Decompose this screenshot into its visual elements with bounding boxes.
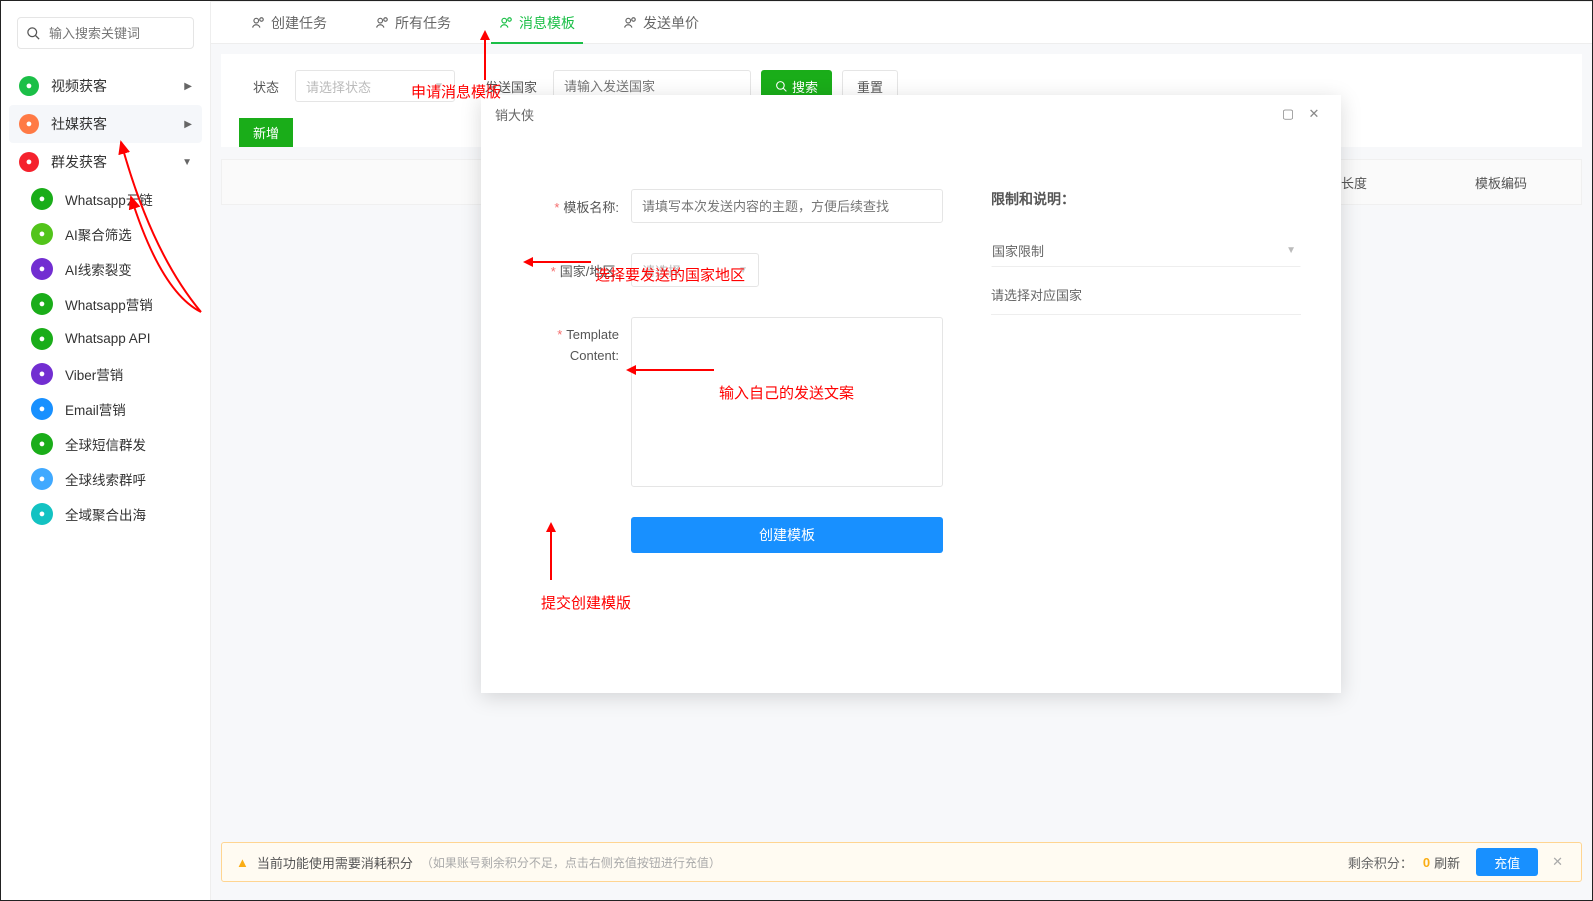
close-icon[interactable]: ✕ <box>1301 106 1327 122</box>
warning-icon: ▲ <box>236 855 249 870</box>
footer-bar: ▲ 当前功能使用需要消耗积分 （如果账号剩余积分不足，点击右侧充值按钮进行充值）… <box>221 842 1582 882</box>
sidebar-item-whatsapp-cloud[interactable]: ● Whatsapp云链 <box>9 181 202 216</box>
tabs-bar: 创建任务 所有任务 消息模板 发送单价 <box>211 2 1592 44</box>
app-icon: ● <box>31 223 53 245</box>
chevron-down-icon: ▼ <box>434 81 444 92</box>
template-content-label: *Template Content: <box>521 317 631 487</box>
sidebar-item-label: AI聚合筛选 <box>65 224 132 244</box>
tab-price[interactable]: 发送单价 <box>599 2 723 44</box>
recharge-button[interactable]: 充值 <box>1476 848 1538 876</box>
search-icon <box>26 26 41 41</box>
sidebar-cat-video[interactable]: ● 视频获客 ▶ <box>9 67 202 105</box>
tab-icon <box>499 16 513 30</box>
chevron-icon: ▶ <box>184 81 192 92</box>
footer-tip: （如果账号剩余积分不足，点击右侧充值按钮进行充值） <box>421 854 721 871</box>
chevron-down-icon: ▼ <box>1286 245 1296 256</box>
limit-country-hint: 请选择对应国家 <box>991 285 1301 315</box>
tab-all[interactable]: 所有任务 <box>351 2 475 44</box>
modal-form: *模板名称: *国家/地区: 请选择 ▼ *Template Conte <box>521 189 961 673</box>
sidebar-cat-mass[interactable]: ● 群发获客 ▼ <box>9 143 202 181</box>
sidebar-item-email[interactable]: ● Email营销 <box>9 391 202 426</box>
modal-header: 销大侠 ▢ ✕ <box>481 95 1341 133</box>
search-icon <box>775 80 788 93</box>
sidebar-item-whatsapp-mkt[interactable]: ● Whatsapp营销 <box>9 286 202 321</box>
tab-icon <box>375 16 389 30</box>
tab-template[interactable]: 消息模板 <box>475 2 599 44</box>
filter-status-label: 状态 <box>253 77 279 96</box>
tab-icon <box>251 16 265 30</box>
template-name-label: *模板名称: <box>521 189 631 223</box>
sidebar-item-ai-split[interactable]: ● AI线索裂变 <box>9 251 202 286</box>
app-icon: ● <box>31 188 53 210</box>
app-icon: ● <box>31 398 53 420</box>
sidebar-item-label: Whatsapp营销 <box>65 294 153 314</box>
sidebar-search[interactable] <box>17 17 194 49</box>
main: 创建任务所有任务消息模板发送单价 状态 请选择状态 ▼ 发送国家 搜索 重置 新… <box>211 1 1592 900</box>
modal-info: 限制和说明： 国家限制 ▼ 请选择对应国家 <box>961 189 1301 673</box>
category-icon: ● <box>19 114 39 134</box>
filter-status-select[interactable]: 请选择状态 ▼ <box>295 70 455 102</box>
category-icon: ● <box>19 76 39 96</box>
tab-label: 所有任务 <box>395 13 451 33</box>
maximize-icon[interactable]: ▢ <box>1275 106 1301 122</box>
filter-country-label: 发送国家 <box>485 77 537 96</box>
create-template-button[interactable]: 创建模板 <box>631 517 943 553</box>
tab-label: 发送单价 <box>643 13 699 33</box>
footer-close-icon[interactable]: ✕ <box>1548 854 1567 870</box>
th-encoding: 模板编码 <box>1421 173 1581 192</box>
sidebar-cat-social[interactable]: ● 社媒获客 ▶ <box>9 105 202 143</box>
sidebar-item-global[interactable]: ● 全域聚合出海 <box>9 496 202 531</box>
footer-points-label: 剩余积分： <box>1348 853 1413 872</box>
sidebar-item-whatsapp-api[interactable]: ● Whatsapp API <box>9 321 202 356</box>
template-region-select[interactable]: 请选择 ▼ <box>631 253 759 287</box>
sidebar-item-label: 全域聚合出海 <box>65 504 146 524</box>
footer-msg: 当前功能使用需要消耗积分 <box>257 853 413 872</box>
app-icon: ● <box>31 503 53 525</box>
sidebar-item-label: 全球线索群呼 <box>65 469 146 489</box>
chevron-down-icon: ▼ <box>738 265 748 276</box>
limit-title: 限制和说明： <box>991 189 1301 209</box>
chevron-icon: ▼ <box>182 157 192 168</box>
category-label: 社媒获客 <box>51 114 107 134</box>
limit-country-select[interactable]: 国家限制 ▼ <box>991 233 1301 267</box>
app-icon: ● <box>31 328 53 350</box>
app-icon: ● <box>31 293 53 315</box>
app-icon: ● <box>31 258 53 280</box>
sidebar-item-label: Whatsapp云链 <box>65 189 153 209</box>
tab-label: 消息模板 <box>519 13 575 33</box>
modal-title: 销大侠 <box>495 105 534 124</box>
category-label: 视频获客 <box>51 76 107 96</box>
filter-status-placeholder: 请选择状态 <box>306 77 371 96</box>
create-template-modal: 销大侠 ▢ ✕ *模板名称: *国家/地区: 请选择 ▼ <box>481 95 1341 693</box>
sidebar-item-call[interactable]: ● 全球线索群呼 <box>9 461 202 496</box>
tab-create[interactable]: 创建任务 <box>227 2 351 44</box>
template-region-label: *国家/地区: <box>521 253 631 287</box>
sidebar-item-label: Whatsapp API <box>65 331 151 346</box>
category-icon: ● <box>19 152 39 172</box>
app-icon: ● <box>31 433 53 455</box>
footer-points-value: 0 <box>1423 855 1430 870</box>
app-icon: ● <box>31 468 53 490</box>
sidebar-item-label: 全球短信群发 <box>65 434 146 454</box>
template-content-textarea[interactable] <box>631 317 943 487</box>
sidebar-item-sms[interactable]: ● 全球短信群发 <box>9 426 202 461</box>
sidebar-item-viber[interactable]: ● Viber营销 <box>9 356 202 391</box>
sidebar-item-label: AI线索裂变 <box>65 259 132 279</box>
sidebar-item-label: Viber营销 <box>65 364 123 384</box>
category-label: 群发获客 <box>51 152 107 172</box>
refresh-button[interactable]: 刷新 <box>1434 853 1460 872</box>
sidebar-search-input[interactable] <box>41 26 225 41</box>
sidebar: ● 视频获客 ▶ ● 社媒获客 ▶ ● 群发获客 ▼ ● Whatsapp云链 ● AI聚合筛选 ● AI… <box>1 1 211 900</box>
chevron-icon: ▶ <box>184 119 192 130</box>
tab-label: 创建任务 <box>271 13 327 33</box>
new-button[interactable]: 新增 <box>239 118 293 147</box>
app-icon: ● <box>31 363 53 385</box>
sidebar-item-ai-filter[interactable]: ● AI聚合筛选 <box>9 216 202 251</box>
template-name-input[interactable] <box>631 189 943 223</box>
tab-icon <box>623 16 637 30</box>
sidebar-item-label: Email营销 <box>65 399 126 419</box>
